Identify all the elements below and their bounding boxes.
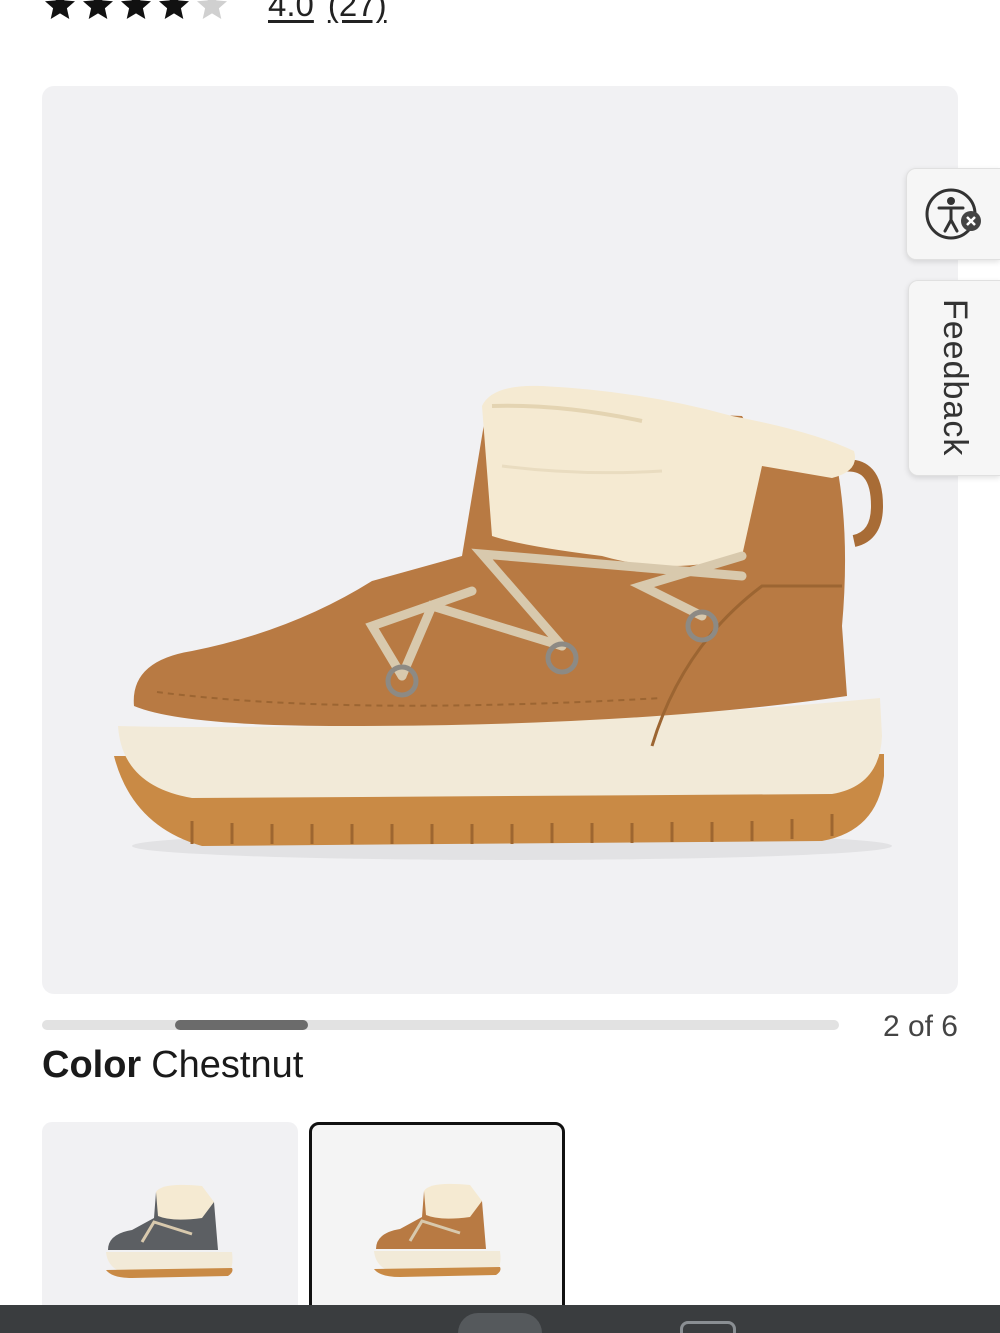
chestnut-boot-illustration (114, 385, 892, 860)
star-filled-icon (121, 0, 151, 19)
color-selection-label: Color Chestnut (42, 1044, 303, 1087)
swatch-chestnut[interactable] (309, 1122, 565, 1322)
review-count: (27) (327, 0, 387, 23)
grey-boot-thumbnail (106, 1184, 233, 1278)
rating-link[interactable]: 4.0 (27) (268, 0, 401, 24)
color-value: Chestnut (151, 1044, 304, 1086)
bottom-toolbar (0, 1305, 1000, 1333)
carousel-progress-thumb[interactable] (174, 1020, 308, 1030)
accessibility-icon (925, 188, 981, 240)
star-rating (42, 0, 230, 23)
color-label: Color (42, 1044, 142, 1086)
image-counter: 2 of 6 (882, 1010, 958, 1043)
swatch-grey[interactable] (42, 1122, 298, 1322)
star-empty-icon (197, 0, 227, 19)
rating-value: 4.0 (268, 0, 314, 23)
feedback-tab[interactable]: Feedback (908, 280, 1000, 476)
star-filled-icon (159, 0, 189, 19)
toolbar-button[interactable] (458, 1313, 542, 1333)
product-image[interactable] (42, 86, 958, 994)
carousel-progress-track[interactable] (42, 1020, 839, 1030)
product-page: 4.0 (27) Feedback 2 of 6 Color Chestnut (0, 0, 1000, 1333)
star-filled-icon (83, 0, 113, 19)
chestnut-boot-thumbnail (374, 1183, 501, 1277)
star-filled-icon (45, 0, 75, 19)
tabs-button[interactable] (680, 1321, 736, 1333)
feedback-label: Feedback (936, 299, 974, 457)
accessibility-button[interactable] (906, 168, 1000, 260)
rating-row[interactable]: 4.0 (27) (42, 0, 401, 24)
